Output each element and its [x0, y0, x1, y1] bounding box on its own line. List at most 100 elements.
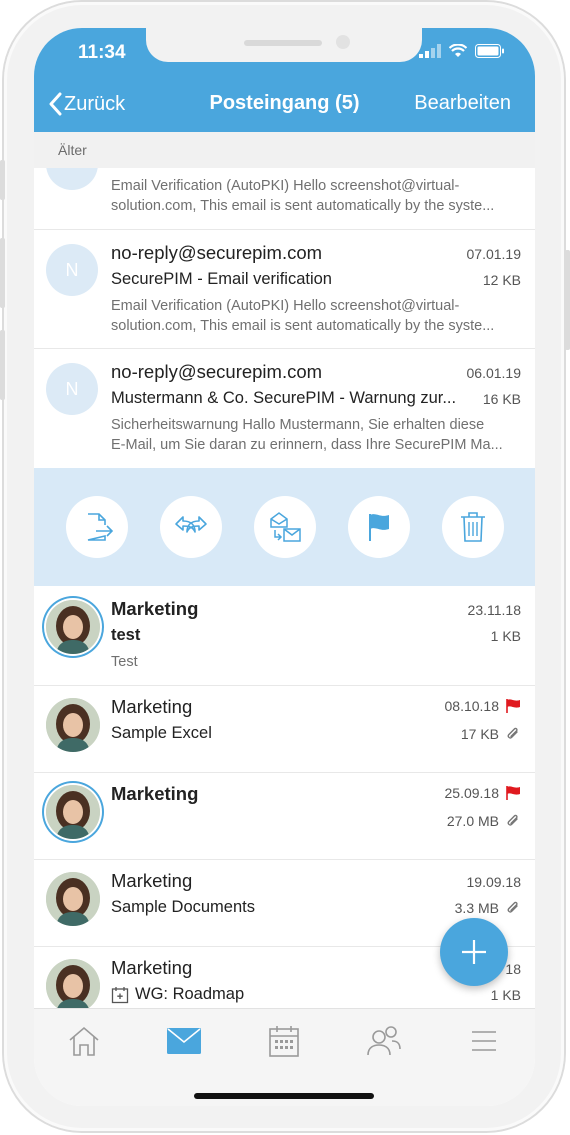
email-size: 12 KB: [482, 272, 521, 288]
camera: [336, 35, 350, 49]
email-size: 1 KB: [490, 628, 521, 644]
plus-icon: [462, 940, 486, 964]
attachment-icon: [507, 814, 518, 826]
email-date: 23.11.18: [467, 602, 521, 618]
email-date: 18: [505, 961, 521, 977]
preview-line: solution.com, This email is sent automat…: [111, 318, 495, 334]
email-sender: no-reply@securepim.com: [111, 361, 323, 382]
email-sender: Marketing: [111, 598, 199, 619]
side-button: [565, 250, 570, 350]
preview-line: E-Mail, um Sie daran zu erinnern, dass I…: [111, 437, 503, 453]
home-icon: [69, 1026, 99, 1056]
email-sender: no-reply@securepim.com: [111, 242, 323, 263]
email-sender: Marketing: [111, 957, 193, 978]
trash-icon: [461, 512, 485, 542]
email-subject-line: WG: Roadmap: [111, 985, 244, 1004]
attachment-icon: [507, 727, 518, 739]
mark-unread-icon: [270, 512, 301, 542]
email-subject: Sample Excel: [111, 724, 212, 742]
flag-button[interactable]: [348, 496, 410, 558]
email-preview: Email Verification (AutoPKI) Hello scree…: [111, 296, 531, 336]
email-size: 27.0 MB: [446, 813, 499, 829]
avatar: [46, 698, 100, 752]
side-button: [0, 160, 5, 200]
email-preview: Email Verification (AutoPKI) Hello scree…: [111, 176, 531, 216]
mail-icon: [167, 1028, 201, 1054]
attachment-icon: [507, 901, 518, 913]
email-size: 1 KB: [490, 987, 521, 1003]
avatar: [46, 959, 100, 1008]
portrait-icon: [46, 600, 100, 654]
portrait-icon: [46, 959, 100, 1008]
avatar: N: [46, 363, 98, 415]
email-date: 06.01.19: [466, 365, 522, 381]
email-subject: SecurePIM - Email verification: [111, 270, 332, 288]
portrait-icon: [46, 698, 100, 752]
email-date: 25.09.18: [444, 785, 500, 801]
tab-contacts[interactable]: [364, 1023, 404, 1059]
portrait-icon: [46, 785, 100, 839]
avatar: [46, 168, 98, 190]
tab-mail[interactable]: [164, 1023, 204, 1059]
email-row[interactable]: Marketing 08.10.18 Sample Excel 17 KB: [34, 686, 535, 773]
preview-line: solution.com, This email is sent automat…: [111, 198, 495, 214]
email-list[interactable]: Email Verification (AutoPKI) Hello scree…: [34, 168, 535, 1008]
email-meta: 17 KB: [461, 726, 521, 742]
email-row[interactable]: N no-reply@securepim.com 06.01.19 Muster…: [34, 349, 535, 468]
section-header: Älter: [34, 132, 535, 168]
reply-forward-icon: [175, 516, 207, 533]
delete-button[interactable]: [442, 496, 504, 558]
email-sender: Marketing: [111, 870, 193, 891]
email-date: 08.10.18: [444, 698, 500, 714]
email-size: 16 KB: [482, 391, 521, 407]
notch: [146, 28, 422, 62]
email-date: 07.01.19: [466, 246, 522, 262]
calendar-icon: [269, 1026, 299, 1057]
email-sender: Marketing: [111, 783, 199, 804]
home-indicator[interactable]: [194, 1093, 374, 1099]
screen: 11:34 Zurück Posteingang (5) Bearbeiten …: [34, 28, 535, 1106]
edit-button[interactable]: Bearbeiten: [414, 92, 511, 115]
mark-unread-button[interactable]: [254, 496, 316, 558]
calendar-invite-icon: [111, 986, 129, 1003]
email-sender: Marketing: [111, 696, 193, 717]
move-button[interactable]: [66, 496, 128, 558]
avatar: [46, 600, 100, 654]
email-meta: 3.3 MB: [455, 900, 521, 916]
avatar: [46, 872, 100, 926]
email-date: 19.09.18: [466, 874, 522, 890]
move-to-folder-icon: [87, 513, 114, 541]
flag-icon: [369, 514, 389, 541]
nav-bar: Zurück Posteingang (5) Bearbeiten: [34, 78, 535, 132]
email-row[interactable]: Marketing 25.09.18 27.0 MB: [34, 773, 535, 860]
email-row[interactable]: N no-reply@securepim.com 07.01.19 Secure…: [34, 230, 535, 349]
email-row[interactable]: Email Verification (AutoPKI) Hello scree…: [34, 168, 535, 230]
avatar: [46, 785, 100, 839]
email-row[interactable]: Marketing 23.11.18 test 1 KB Test: [34, 586, 535, 686]
reply-forward-button[interactable]: [160, 496, 222, 558]
battery-icon: [475, 44, 504, 58]
email-subject: Mustermann & Co. SecurePIM - Warnung zur…: [111, 389, 457, 407]
compose-button[interactable]: [440, 918, 508, 986]
wifi-icon: [449, 44, 467, 57]
email-preview: Test: [111, 654, 138, 670]
preview-line: Email Verification (AutoPKI) Hello scree…: [111, 178, 460, 194]
status-time: 11:34: [78, 42, 126, 63]
flag-icon: [506, 699, 520, 713]
side-button: [0, 238, 5, 308]
email-subject: WG: Roadmap: [135, 985, 245, 1003]
tab-menu[interactable]: [464, 1023, 504, 1059]
menu-icon: [472, 1031, 496, 1051]
signal-icon: [419, 44, 441, 58]
preview-line: Email Verification (AutoPKI) Hello scree…: [111, 298, 460, 314]
email-meta: 25.09.18: [445, 785, 522, 801]
side-button: [0, 330, 5, 400]
tab-home[interactable]: [64, 1023, 104, 1059]
email-subject: Sample Documents: [111, 898, 255, 916]
email-meta: 27.0 MB: [447, 813, 521, 829]
portrait-icon: [46, 872, 100, 926]
tab-calendar[interactable]: [264, 1023, 304, 1059]
flag-icon: [506, 786, 520, 800]
email-size: 17 KB: [460, 726, 499, 742]
email-subject: test: [111, 626, 141, 644]
